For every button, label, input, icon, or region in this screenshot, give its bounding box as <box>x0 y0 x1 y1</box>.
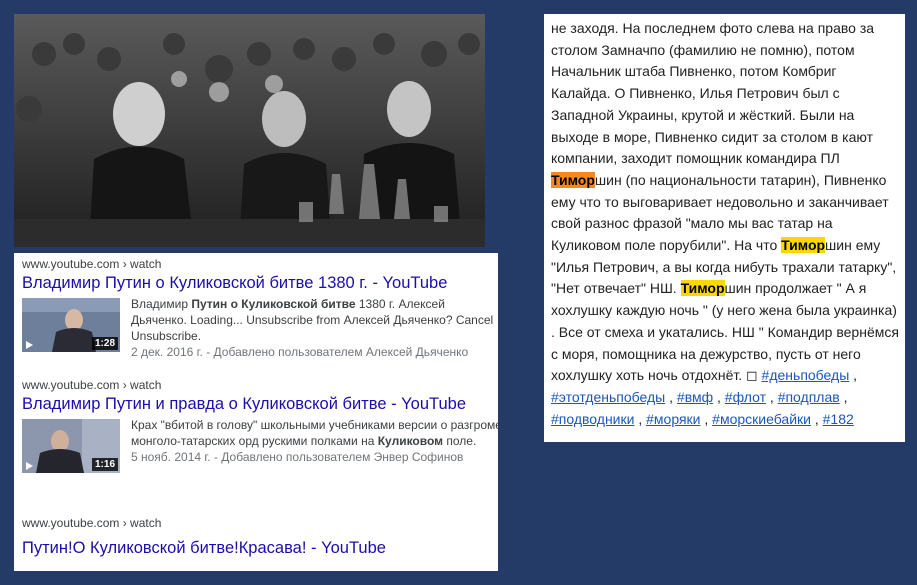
video-thumbnail[interactable]: 1:28 <box>22 298 120 352</box>
video-duration: 1:16 <box>91 458 118 471</box>
highlight-match: Тимор <box>680 280 725 297</box>
photo-image <box>14 14 485 247</box>
post-text: не заходя. На последнем фото слева на пр… <box>551 20 899 427</box>
hashtag-link[interactable]: #подводники <box>551 411 634 427</box>
result-title-link[interactable]: Путин!О Куликовской битве!Красава! - You… <box>22 537 498 559</box>
result-url[interactable]: www.youtube.com › watch <box>22 256 498 272</box>
black-white-photo <box>14 14 485 247</box>
hashtag-link[interactable]: #моряки <box>646 411 700 427</box>
search-result: www.youtube.com › watch Владимир Путин о… <box>22 256 498 359</box>
hashtag-link[interactable]: #морскиебайки <box>712 411 811 427</box>
hashtag-link[interactable]: #деньпобеды <box>762 367 850 383</box>
result-title-link[interactable]: Владимир Путин и правда о Куликовской би… <box>22 393 498 415</box>
highlight-match: Тимор <box>781 237 826 254</box>
hashtag-link[interactable]: #182 <box>823 411 854 427</box>
highlight-match: Тимор <box>551 171 595 188</box>
play-icon <box>26 462 33 470</box>
hashtag-link[interactable]: #флот <box>725 389 766 405</box>
search-result: www.youtube.com › watch Владимир Путин и… <box>22 377 498 475</box>
result-snippet: Крах "вбитой в голову" школьными учебник… <box>131 418 498 464</box>
result-date: 2 дек. 2016 г. - Добавлено пользователем… <box>131 345 469 359</box>
result-date: 5 нояб. 2014 г. - Добавлено пользователе… <box>131 450 464 464</box>
hashtag-link[interactable]: #вмф <box>677 389 713 405</box>
result-url[interactable]: www.youtube.com › watch <box>22 515 498 531</box>
hashtag-link[interactable]: #этотденьпобеды <box>551 389 665 405</box>
result-title-link[interactable]: Владимир Путин о Куликовской битве 1380 … <box>22 272 498 294</box>
play-icon <box>26 341 33 349</box>
video-duration: 1:28 <box>91 337 118 350</box>
box-glyph-icon: ◻ <box>746 367 758 384</box>
search-result: www.youtube.com › watch Путин!О Куликовс… <box>22 515 498 559</box>
result-url[interactable]: www.youtube.com › watch <box>22 377 498 393</box>
hashtag-link[interactable]: #подплав <box>778 389 840 405</box>
search-results-panel: www.youtube.com › watch Владимир Путин о… <box>14 253 498 571</box>
result-snippet: Владимир Путин о Куликовской битве 1380 … <box>131 297 494 359</box>
video-thumbnail[interactable]: 1:16 <box>22 419 120 473</box>
post-text-panel: не заходя. На последнем фото слева на пр… <box>544 14 905 442</box>
